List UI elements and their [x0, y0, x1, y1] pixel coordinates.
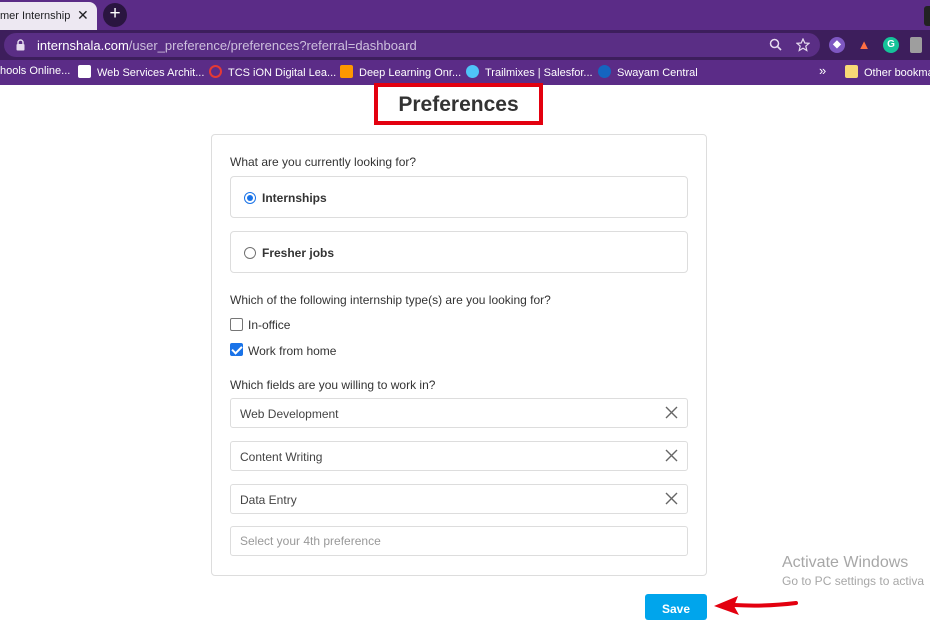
swayam-icon	[598, 65, 611, 78]
bookmark-item[interactable]: Deep Learning Onr...	[340, 65, 461, 79]
bookmark-item[interactable]: Swayam Central	[598, 65, 698, 79]
internships-label: Internships	[262, 191, 327, 205]
bookmark-item[interactable]: Web Services Archit...	[78, 65, 204, 79]
new-tab-button[interactable]: +	[103, 3, 127, 27]
tab-title: mer Internship	[0, 10, 71, 22]
remove-field-icon[interactable]	[665, 406, 678, 419]
work-from-home-checkbox[interactable]	[230, 343, 243, 356]
internships-radio[interactable]	[244, 192, 256, 204]
bookmark-label: hools Online...	[0, 65, 71, 77]
bookmark-label: TCS iON Digital Lea...	[228, 67, 337, 79]
browser-tab[interactable]: mer Internship ✕	[0, 2, 97, 30]
address-row: internshala.com/user_preference/preferen…	[0, 30, 930, 60]
field-value: Data Entry	[240, 493, 297, 507]
bookmark-item[interactable]: TCS iON Digital Lea...	[209, 65, 336, 79]
page-title: Preferences	[398, 93, 519, 116]
question-fields: Which fields are you willing to work in?	[230, 378, 436, 392]
bookmark-item[interactable]: hools Online...	[0, 65, 70, 77]
remove-field-icon[interactable]	[665, 449, 678, 462]
bookmark-label: Web Services Archit...	[97, 67, 205, 79]
field-value: Web Development	[240, 407, 339, 421]
bookmarks-more-button[interactable]: »	[819, 63, 826, 78]
title-highlight-box: Preferences	[374, 83, 543, 125]
zoom-icon[interactable]	[769, 38, 782, 51]
activate-windows-watermark: Activate Windows Go to PC settings to ac…	[782, 554, 924, 588]
bookmark-label: Trailmixes | Salesfor...	[485, 67, 593, 79]
fresher-jobs-radio[interactable]	[244, 247, 256, 259]
bookmark-star-icon[interactable]	[796, 38, 810, 52]
bookmark-label: Deep Learning Onr...	[359, 67, 462, 79]
url-text[interactable]: internshala.com/user_preference/preferen…	[37, 38, 417, 53]
w3-icon	[78, 65, 91, 78]
other-bookmarks[interactable]: Other bookma	[845, 65, 930, 79]
field-preference-2[interactable]: Content Writing	[230, 441, 688, 471]
lock-icon[interactable]	[16, 39, 25, 51]
tab-close-icon[interactable]: ✕	[77, 7, 89, 24]
question-looking-for: What are you currently looking for?	[230, 155, 417, 169]
tcs-icon	[209, 65, 222, 78]
save-button[interactable]: Save	[645, 594, 707, 620]
field-preference-4[interactable]	[230, 526, 688, 556]
red-arrow-icon	[714, 596, 798, 615]
option-internships[interactable]: Internships	[230, 176, 688, 218]
extension-flame-icon[interactable]: ▲	[856, 37, 872, 53]
in-office-checkbox[interactable]	[230, 318, 243, 331]
tab-strip: mer Internship ✕ +	[0, 0, 930, 30]
extension-tag-icon[interactable]: ◆	[829, 37, 845, 53]
deeplearning-icon	[340, 65, 353, 78]
url-host: internshala.com	[37, 38, 129, 53]
remove-field-icon[interactable]	[665, 492, 678, 505]
bookmark-label: Swayam Central	[617, 67, 698, 79]
trailhead-icon	[466, 65, 479, 78]
bookmark-item[interactable]: Trailmixes | Salesfor...	[466, 65, 593, 79]
other-bookmarks-label: Other bookma	[864, 67, 930, 79]
folder-icon	[845, 65, 858, 78]
watermark-line-2: Go to PC settings to activa	[782, 574, 925, 588]
field-value: Content Writing	[240, 450, 323, 464]
grammarly-icon[interactable]: G	[883, 37, 899, 53]
address-bar[interactable]: internshala.com/user_preference/preferen…	[4, 33, 820, 57]
fresher-jobs-label: Fresher jobs	[262, 246, 335, 260]
watermark-line-1: Activate Windows	[782, 554, 909, 571]
extension-office-icon[interactable]	[910, 37, 922, 53]
window-edge	[924, 6, 930, 26]
field-preference-3[interactable]: Data Entry	[230, 484, 688, 514]
fourth-preference-input[interactable]	[231, 527, 687, 555]
bookmarks-bar: hools Online... Web Services Archit... T…	[0, 60, 930, 85]
field-preference-1[interactable]: Web Development	[230, 398, 688, 428]
in-office-label: In-office	[248, 318, 291, 332]
url-path: /user_preference/preferences?referral=da…	[128, 38, 417, 53]
work-from-home-label: Work from home	[248, 344, 337, 358]
question-internship-type: Which of the following internship type(s…	[230, 293, 551, 307]
option-fresher-jobs[interactable]: Fresher jobs	[230, 231, 688, 273]
